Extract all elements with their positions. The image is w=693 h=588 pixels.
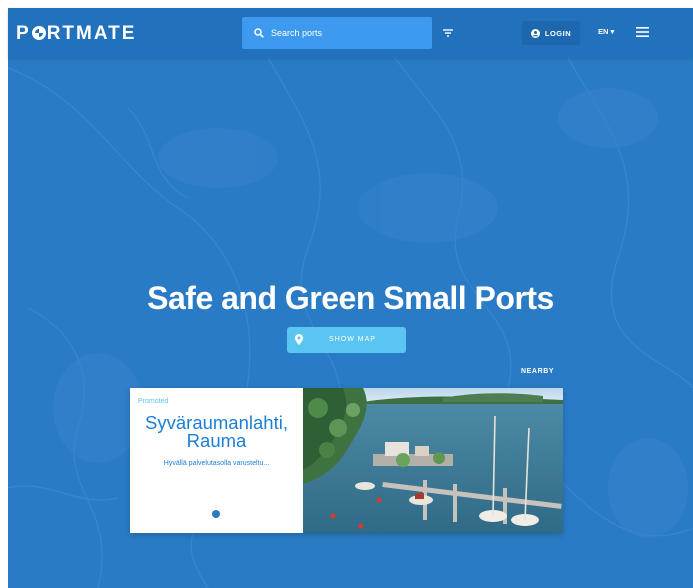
carousel-dot[interactable] [212, 510, 220, 518]
page: P RTMATE Search ports LOGIN EN ▾ Safe an… [0, 0, 693, 588]
card-text-panel: Promoted Syväraumanlahti, Rauma Hyvällä … [130, 388, 303, 533]
search-icon [254, 28, 264, 38]
language-label: EN [598, 27, 609, 36]
show-map-label: SHOW MAP [329, 336, 376, 343]
search-input[interactable]: Search ports [242, 17, 432, 49]
logo-text-start: P [16, 23, 31, 44]
user-icon [530, 28, 540, 38]
hamburger-menu-icon[interactable] [636, 26, 649, 38]
nearby-link[interactable]: NEARBY [521, 368, 554, 375]
logo-mark-icon [31, 26, 46, 40]
login-button[interactable]: LOGIN [522, 21, 580, 45]
show-map-button[interactable]: SHOW MAP [287, 327, 406, 353]
promoted-port-card[interactable]: Promoted Syväraumanlahti, Rauma Hyvällä … [130, 388, 563, 533]
logo-text-end: RTMATE [46, 23, 137, 44]
portmate-logo[interactable]: P RTMATE [16, 23, 136, 45]
search-placeholder: Search ports [271, 28, 323, 38]
port-description: Hyvällä palvelutasolla varusteltu... [163, 460, 270, 467]
login-label: LOGIN [544, 28, 572, 38]
hero-title: Safe and Green Small Ports [147, 280, 554, 316]
language-selector[interactable]: EN ▾ [598, 27, 614, 36]
port-name[interactable]: Syväraumanlahti, Rauma [130, 413, 303, 451]
filter-icon[interactable] [440, 25, 456, 41]
port-name-line2: Rauma [186, 430, 247, 451]
promoted-badge: Promoted [138, 398, 169, 405]
port-photo [303, 388, 563, 533]
chevron-down-icon: ▾ [608, 27, 615, 36]
top-navigation-bar: P RTMATE Search ports LOGIN EN ▾ [8, 8, 693, 58]
